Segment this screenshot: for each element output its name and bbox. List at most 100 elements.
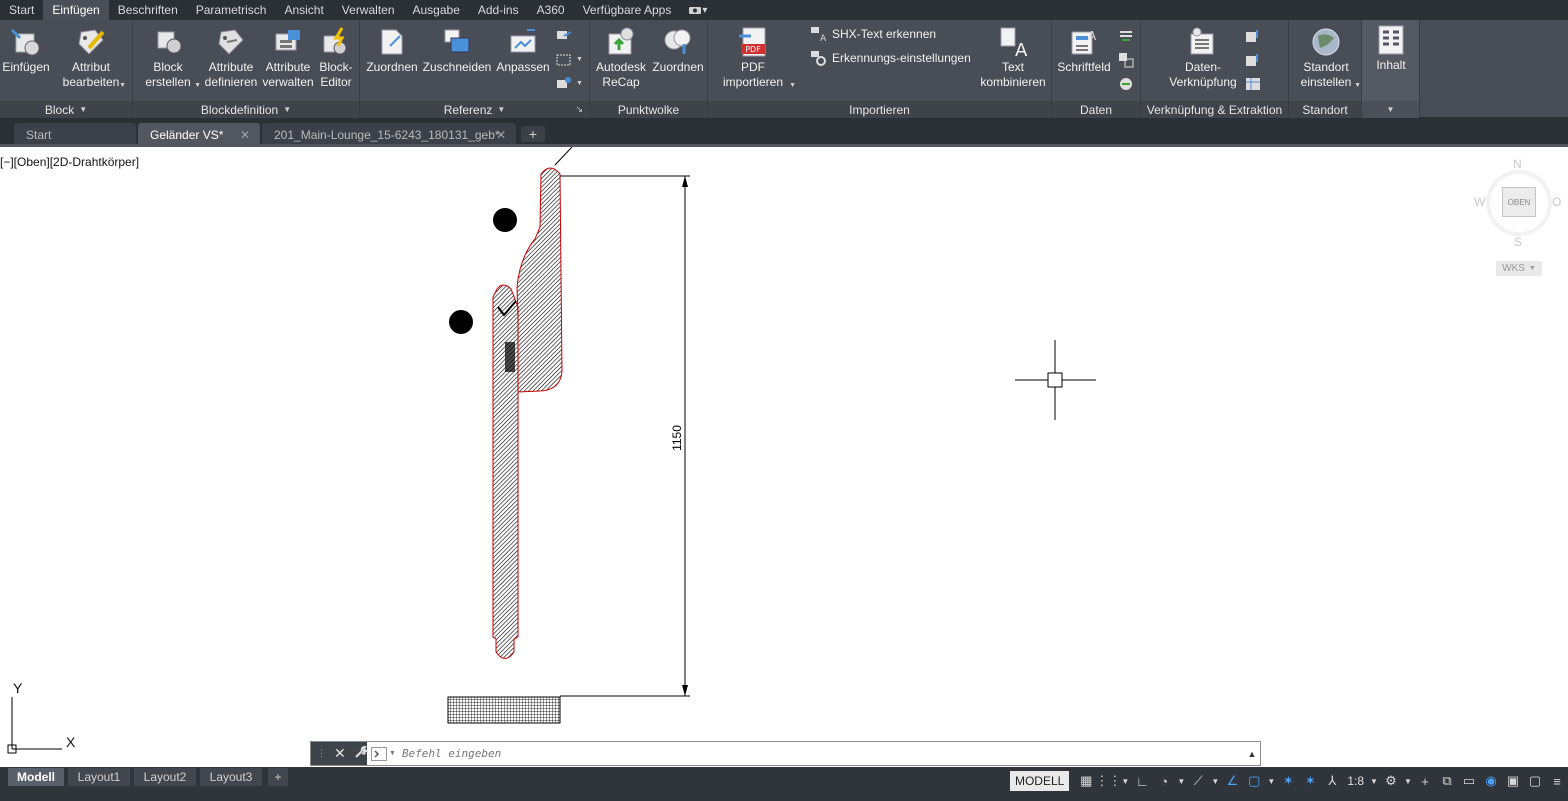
panel-title-block[interactable]: Block ▼	[0, 101, 132, 118]
snap-underlay-icon[interactable]	[556, 75, 572, 91]
object-snap-tracking-icon[interactable]: ∠	[1221, 770, 1243, 792]
workspace-gear-icon[interactable]: ⚙	[1380, 770, 1402, 792]
ole-object-icon[interactable]	[1118, 52, 1134, 68]
panel-inhalt[interactable]: Inhalt ▼	[1362, 20, 1420, 118]
compass-south[interactable]: S	[1514, 235, 1522, 249]
annotation-monitor-icon[interactable]: +	[1414, 770, 1436, 792]
tab-ansicht[interactable]: Ansicht	[275, 0, 332, 20]
tab-verwalten[interactable]: Verwalten	[333, 0, 404, 20]
underlay-layers-icon[interactable]	[556, 28, 572, 44]
combine-text-button[interactable]: A Text kombinieren	[976, 26, 1050, 90]
panel-launcher-icon[interactable]: ↘	[575, 104, 583, 115]
shx-text-recognize-button[interactable]: A SHX-Text erkennen	[810, 26, 936, 44]
tab-ausgabe[interactable]: Ausgabe	[404, 0, 469, 20]
chevron-down-icon[interactable]: ▼	[1265, 770, 1277, 792]
command-input[interactable]	[401, 747, 1244, 760]
add-layout-button[interactable]: +	[268, 768, 288, 786]
attach-pointcloud-button[interactable]: Zuordnen	[650, 26, 706, 75]
chevron-down-icon[interactable]: ▼	[1402, 770, 1414, 792]
set-location-button[interactable]: Standort einstellen ▼	[1295, 26, 1361, 90]
panel-title-daten[interactable]: Daten	[1052, 101, 1140, 118]
command-history-arrow-icon[interactable]: ▲	[1244, 749, 1260, 759]
compass-east[interactable]: O	[1552, 195, 1561, 209]
panel-title-verknuepfung-extraktion[interactable]: Verknüpfung & Extraktion	[1141, 101, 1288, 118]
chevron-down-icon[interactable]: ▼	[1368, 770, 1380, 792]
field-button[interactable]: A Schriftfeld	[1056, 26, 1112, 75]
content-button[interactable]: Inhalt	[1368, 24, 1414, 73]
doc-tab-main-lounge[interactable]: 201_Main-Lounge_15-6243_180131_geb* ✕	[262, 123, 516, 146]
panel-title-inhalt[interactable]: ▼	[1362, 101, 1419, 118]
update-fields-icon[interactable]	[1118, 28, 1134, 44]
chevron-down-icon[interactable]: ▼	[389, 750, 396, 757]
annotation-visibility-icon[interactable]: ✶	[1277, 770, 1299, 792]
compass-west[interactable]: W	[1474, 195, 1485, 209]
data-link-button[interactable]: Daten- Verknüpfung	[1167, 26, 1239, 90]
adjust-button[interactable]: Anpassen	[494, 26, 552, 75]
edit-attribute-button[interactable]: Attribut bearbeiten ▼	[62, 26, 126, 90]
isodraft-icon[interactable]: ⟋	[1187, 770, 1209, 792]
layout-tab-layout2[interactable]: Layout2	[134, 768, 196, 786]
doc-tab-start[interactable]: Start	[14, 123, 136, 146]
panel-title-importieren[interactable]: Importieren	[708, 101, 1051, 118]
chevron-down-icon[interactable]: ▼	[576, 56, 583, 63]
annotation-scale-icon[interactable]: ⅄	[1321, 770, 1343, 792]
viewcube[interactable]: N S W O OBEN WKS ▼	[1470, 155, 1568, 285]
doc-tab-gelaender[interactable]: Geländer VS* ✕	[138, 123, 260, 146]
clip-button[interactable]: Zuschneiden	[422, 26, 492, 75]
new-tab-button[interactable]: +	[521, 126, 545, 142]
recognition-settings-button[interactable]: Erkennungs-einstellungen	[810, 50, 971, 66]
pdf-import-button[interactable]: PDF PDF importieren ▼	[720, 26, 796, 90]
chevron-down-icon[interactable]: ▼	[1119, 770, 1131, 792]
hardware-acceleration-icon[interactable]: ▣	[1502, 770, 1524, 792]
layout-tab-model[interactable]: Modell	[8, 768, 64, 786]
clean-screen-icon[interactable]: ▢	[1524, 770, 1546, 792]
tab-verfuegbare-apps[interactable]: Verfügbare Apps	[574, 0, 681, 20]
customization-menu-icon[interactable]: ≡	[1546, 770, 1568, 792]
close-icon[interactable]: ✕	[334, 745, 346, 762]
quick-properties-icon[interactable]: ▭	[1458, 770, 1480, 792]
frames-icon[interactable]	[556, 52, 572, 68]
compass-north[interactable]: N	[1513, 157, 1522, 171]
tab-start[interactable]: Start	[0, 0, 43, 20]
chevron-down-icon[interactable]: ▼	[576, 80, 583, 87]
tab-add-ins[interactable]: Add-ins	[469, 0, 528, 20]
grid-icon[interactable]: ▦	[1075, 770, 1097, 792]
panel-title-standort[interactable]: Standort	[1289, 101, 1361, 118]
units-icon[interactable]: ⧉	[1436, 770, 1458, 792]
define-attributes-button[interactable]: Attribute definieren	[203, 26, 259, 90]
hyperlink-icon[interactable]	[1118, 76, 1134, 92]
close-icon[interactable]: ✕	[496, 128, 506, 142]
block-editor-button[interactable]: Block- Editor	[316, 26, 356, 90]
auto-scale-icon[interactable]: ✶	[1299, 770, 1321, 792]
insert-button[interactable]: Einfügen	[2, 26, 50, 75]
command-prompt-icon[interactable]	[371, 746, 387, 761]
drawing-canvas[interactable]: [−][Oben][2D-Drahtkörper] 1150 N S W O O…	[0, 147, 1568, 767]
attach-button[interactable]: Zuordnen	[364, 26, 420, 75]
panel-title-referenz[interactable]: Referenz ▼ ↘	[360, 101, 589, 118]
panel-title-blockdefinition[interactable]: Blockdefinition ▼	[133, 101, 359, 118]
panel-title-punktwolke[interactable]: Punktwolke	[590, 101, 707, 118]
layout-tab-layout1[interactable]: Layout1	[68, 768, 130, 786]
grip-handle-icon[interactable]: ⋮	[317, 748, 326, 759]
extract-data-icon[interactable]	[1245, 76, 1261, 92]
viewcube-top-face[interactable]: OBEN	[1502, 187, 1536, 217]
tab-parametrisch[interactable]: Parametrisch	[187, 0, 276, 20]
tab-einfuegen[interactable]: Einfügen	[43, 0, 109, 20]
chevron-down-icon[interactable]: ▼	[1209, 770, 1221, 792]
model-space-toggle[interactable]: MODELL	[1009, 771, 1070, 791]
ortho-icon[interactable]: ∟	[1131, 770, 1153, 792]
tab-beschriften[interactable]: Beschriften	[109, 0, 187, 20]
chevron-down-icon[interactable]: ▼	[1175, 770, 1187, 792]
polar-tracking-icon[interactable]: ◔	[1153, 770, 1175, 792]
snap-grid-icon[interactable]: ⋮⋮	[1095, 770, 1121, 792]
isolate-objects-icon[interactable]: ◉	[1480, 770, 1502, 792]
layout-tab-layout3[interactable]: Layout3	[200, 768, 262, 786]
ribbon-options-dropdown[interactable]: ▾	[680, 0, 715, 20]
close-icon[interactable]: ✕	[240, 128, 250, 142]
annotation-scale-value[interactable]: 1:8	[1343, 774, 1368, 788]
wrench-icon[interactable]	[354, 745, 369, 762]
autodesk-recap-button[interactable]: Autodesk ReCap	[592, 26, 650, 90]
wcs-menu[interactable]: WKS ▼	[1496, 261, 1542, 276]
create-block-button[interactable]: Block erstellen ▼	[143, 26, 201, 90]
tab-a360[interactable]: A360	[528, 0, 574, 20]
